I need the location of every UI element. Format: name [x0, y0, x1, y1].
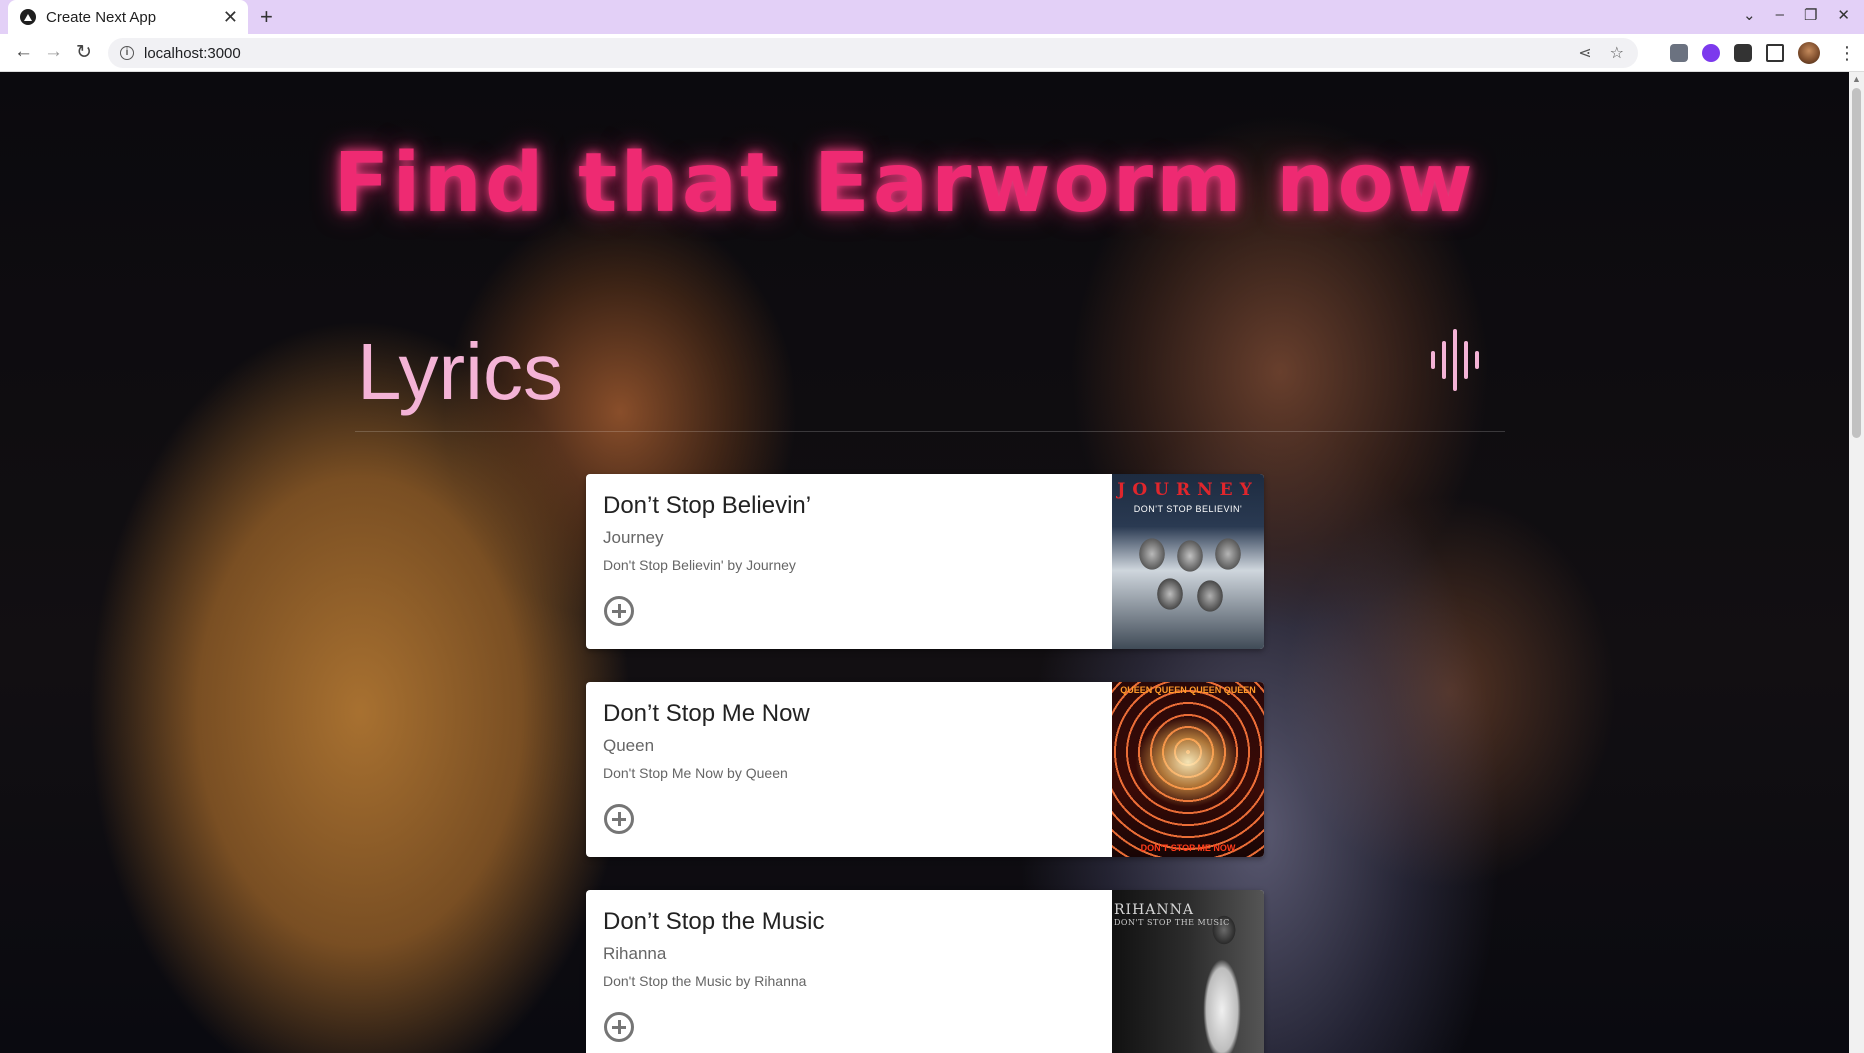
result-card-body: Don’t Stop the Music Rihanna Don't Stop … [603, 908, 1103, 989]
close-window-icon[interactable]: ✕ [1837, 6, 1850, 24]
site-info-icon[interactable]: i [120, 46, 134, 60]
result-card[interactable]: Don’t Stop Me Now Queen Don't Stop Me No… [586, 682, 1264, 857]
back-icon[interactable]: ← [14, 41, 33, 63]
song-description: Don't Stop the Music by Rihanna [603, 973, 807, 989]
cover-subtitle: DON'T STOP THE MUSIC [1114, 918, 1230, 927]
scroll-up-arrow-icon[interactable]: ▲ [1852, 74, 1861, 84]
close-tab-icon[interactable]: ✕ [223, 8, 238, 26]
cover-brand: JOURNEY [1117, 480, 1259, 500]
song-description: Don't Stop Believin' by Journey [603, 557, 796, 573]
share-icon[interactable]: ⋖ [1578, 43, 1591, 63]
bookmark-star-icon[interactable]: ☆ [1610, 43, 1624, 63]
add-circle-icon[interactable] [604, 1012, 634, 1042]
result-card-body: Don’t Stop Me Now Queen Don't Stop Me No… [603, 700, 1103, 781]
song-description: Don't Stop Me Now by Queen [603, 765, 788, 781]
restore-icon[interactable]: ❐ [1804, 6, 1817, 24]
tab-title: Create Next App [46, 8, 157, 26]
nextjs-favicon-icon [20, 9, 36, 25]
address-bar-actions: ⋖ ☆ [1578, 43, 1624, 63]
song-title: Don’t Stop Me Now [603, 700, 810, 727]
song-title: Don’t Stop Believin’ [603, 492, 812, 519]
cover-subtitle: DON'T STOP ME NOW [1140, 843, 1236, 853]
new-tab-button[interactable]: + [260, 4, 273, 30]
cover-subtitle: DON'T STOP BELIEVIN' [1133, 504, 1243, 514]
album-cover-image: JOURNEY DON'T STOP BELIEVIN' [1112, 474, 1264, 649]
song-artist: Queen [603, 736, 655, 755]
result-card[interactable]: Don’t Stop Believin’ Journey Don't Stop … [586, 474, 1264, 649]
browser-menu-icon[interactable]: ⋮ [1838, 43, 1856, 64]
lyrics-label: Lyrics [357, 327, 563, 416]
album-cover-image: QUEEN QUEEN QUEEN QUEEN DON'T STOP ME NO… [1112, 682, 1264, 857]
browser-tab[interactable]: Create Next App ✕ [8, 0, 248, 34]
browser-tab-strip: Create Next App ✕ + ⌄ – ❐ ✕ [0, 0, 1864, 34]
reload-icon[interactable]: ↻ [76, 41, 92, 64]
extension-badge-icon[interactable] [1702, 44, 1720, 62]
url-text[interactable]: localhost:3000 [144, 45, 241, 62]
add-circle-icon[interactable] [604, 596, 634, 626]
result-card[interactable]: Don’t Stop the Music Rihanna Don't Stop … [586, 890, 1264, 1053]
window-controls: ⌄ – ❐ ✕ [1743, 6, 1850, 24]
scrollbar-thumb[interactable] [1852, 88, 1861, 438]
cover-artist-name: RIHANNA [1114, 902, 1195, 918]
voice-search-icon[interactable] [1427, 325, 1483, 395]
song-artist: Rihanna [603, 944, 667, 963]
song-artist: Journey [603, 528, 664, 547]
extensions-puzzle-icon[interactable] [1734, 44, 1752, 62]
album-cover-image: RIHANNA DON'T STOP THE MUSIC [1112, 890, 1264, 1053]
forward-icon[interactable]: → [44, 41, 63, 63]
tab-search-icon[interactable]: ⌄ [1743, 6, 1756, 24]
minimize-icon[interactable]: – [1776, 6, 1784, 24]
page-background: Find that Earworm now Lyrics Don’t Stop … [0, 72, 1849, 1053]
cover-band-text: QUEEN QUEEN QUEEN QUEEN [1120, 685, 1256, 695]
result-card-body: Don’t Stop Believin’ Journey Don't Stop … [603, 492, 1103, 573]
song-title: Don’t Stop the Music [603, 908, 825, 935]
add-circle-icon[interactable] [604, 804, 634, 834]
browser-toolbar: ← → ↻ i localhost:3000 ⋖ ☆ ⋮ [0, 34, 1864, 72]
lyrics-search-row[interactable]: Lyrics [355, 327, 1505, 432]
side-panel-icon[interactable] [1766, 44, 1784, 62]
extension-area: ⋮ [1670, 42, 1856, 64]
profile-avatar[interactable] [1798, 42, 1820, 64]
page-headline: Find that Earworm now [333, 136, 1476, 231]
extension-pen-icon[interactable] [1670, 44, 1688, 62]
address-bar[interactable]: i localhost:3000 ⋖ ☆ [108, 38, 1638, 68]
